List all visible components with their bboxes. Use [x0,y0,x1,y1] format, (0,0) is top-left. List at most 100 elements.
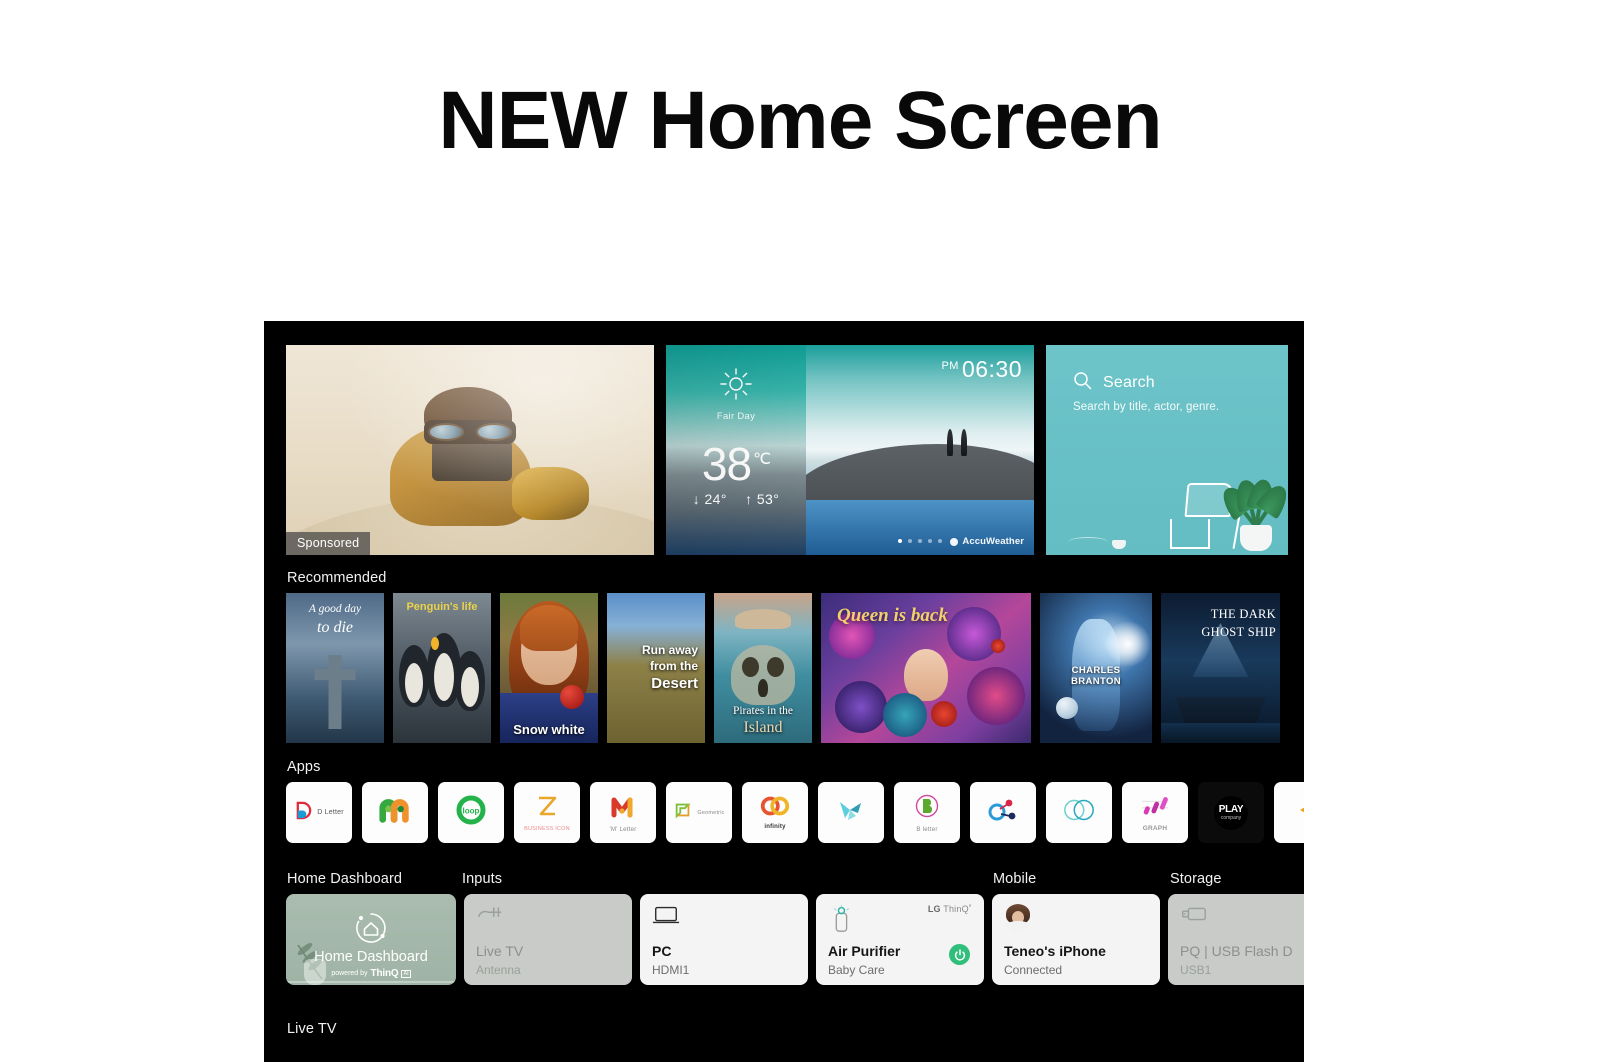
app-tile[interactable]: 'M' Letter [590,782,656,843]
shelf-line [286,981,456,983]
tile-title-line1: Queen is back [837,605,948,626]
d-letter-icon [294,801,313,825]
tile-title-line2: from the [650,659,698,673]
recommended-tile[interactable]: CHARLES BRANTON [1040,593,1152,743]
page-root: NEW Home Screen Sponsored Fair Day 38 ℃ … [0,0,1600,1062]
app-tile[interactable] [1046,782,1112,843]
flower-5 [883,693,927,737]
app-tile[interactable] [970,782,1036,843]
carousel-dots[interactable] [898,539,942,543]
recommended-tile[interactable]: THE DARK GHOST SHIP [1161,593,1280,743]
berry-2 [991,639,1005,653]
app-tile[interactable]: infinity [742,782,808,843]
molecule-node-icon [988,795,1018,830]
flower-4 [835,681,887,733]
accuweather-logo-icon [950,537,959,546]
tile-title-line1: CHARLES BRANTON [1070,665,1122,687]
monitor-icon [652,904,680,931]
app-tile[interactable] [1274,782,1304,843]
recommended-tile[interactable]: A good day to die [286,593,384,743]
b-letter-icon [914,793,940,824]
input-card-live-tv[interactable]: Live TV Antenna [464,894,632,985]
mobile-card-iphone[interactable]: Teneo's iPhone Connected [992,894,1160,985]
arrow-play-icon [1294,799,1304,826]
clock-value: 06:30 [961,356,1022,382]
tile-title-line2: GHOST SHIP [1201,625,1276,639]
water-line [1161,723,1280,743]
carousel-dot-2[interactable] [908,539,912,543]
chair-frame [1170,519,1210,549]
app-caption: Geometric [697,809,725,816]
tile-title-line2: Island [743,719,783,736]
device-card-air-purifier[interactable]: LG ThinQ˚ Air Purifier Baby Care [816,894,984,985]
tile-title-line1: Snow white [513,722,585,737]
search-title: Search [1103,374,1155,391]
recommended-section-label: Recommended [287,570,387,586]
thinq-badge: powered by ThinQ AI [286,968,456,979]
weather-temperature: 38 ℃ [666,441,806,487]
mobile-subtitle: Connected [1004,963,1063,977]
svg-text:loop: loop [463,807,480,816]
tile-title-line1: Penguin's life [406,601,478,613]
m-worm-icon [378,797,412,828]
recommended-tile[interactable]: Penguin's life [393,593,491,743]
apps-row: D Letter loop BUSINESS ICON 'M' Letter G… [286,782,1304,843]
avatar [1004,904,1032,932]
weather-card[interactable]: Fair Day 38 ℃ ↓ 24° ↑ 53° PM 06:30 AccuW… [666,345,1034,555]
usb-drive-icon [1180,904,1208,929]
input-card-pc[interactable]: PC HDMI1 [640,894,808,985]
clock-meridiem: PM [941,360,959,372]
carousel-dot-4[interactable] [928,539,932,543]
app-caption: B letter [916,825,938,833]
search-icon [1073,371,1092,395]
app-caption: D Letter [317,809,344,816]
power-toggle-button[interactable] [949,944,970,965]
flower-3 [967,667,1025,725]
thinq-wordmark: ThinQ˚ [943,904,972,914]
app-tile[interactable] [362,782,428,843]
carousel-dot-1[interactable] [898,539,902,543]
tile-title-line1: THE DARK [1210,607,1276,621]
app-tile[interactable]: GRAPH [1122,782,1188,843]
soccer-ball-icon [1056,697,1078,719]
home-dashboard-title: Home Dashboard [314,949,428,965]
mobile-title: Teneo's iPhone [1004,943,1106,959]
app-tile[interactable]: D Letter [286,782,352,843]
ad-glare [286,345,654,555]
app-caption: 'M' Letter [609,825,637,833]
search-subtitle: Search by title, actor, genre. [1073,401,1220,413]
tree-right [961,429,968,457]
sponsored-badge: Sponsored [286,532,371,555]
app-tile[interactable]: BUSINESS ICON [514,782,580,843]
device-subtitle: Baby Care [828,963,885,977]
app-caption: company [1220,815,1242,821]
recommended-tile[interactable]: Snow white [500,593,598,743]
app-tile[interactable] [818,782,884,843]
dashboard-group-label: Storage [1170,871,1222,887]
carousel-dot-5[interactable] [938,539,942,543]
recommended-row: A good day to die Penguin's life Snow wh… [286,593,1280,743]
carousel-dot-3[interactable] [918,539,922,543]
live-tv-section-label: Live TV [287,1021,337,1037]
app-tile[interactable]: B letter [894,782,960,843]
sponsored-ad-card[interactable]: Sponsored [286,345,654,555]
recommended-tile[interactable]: Queen is back [821,593,1031,743]
recommended-tile[interactable]: Run away from the Desert [607,593,705,743]
search-card[interactable]: Search Search by title, actor, genre. [1046,345,1288,555]
temperature-unit: ℃ [753,451,771,468]
tile-title-line3: Desert [651,675,698,692]
input-subtitle: Antenna [476,963,521,977]
storage-card-usb[interactable]: PQ | USB Flash D USB1 [1168,894,1304,985]
home-dashboard-card[interactable]: Home Dashboard powered by ThinQ AI [286,894,456,985]
app-tile[interactable]: loop [438,782,504,843]
app-caption: BUSINESS ICON [524,826,570,832]
app-tile[interactable]: PLAY company [1198,782,1264,843]
recommended-tile[interactable]: Pirates in the Island [714,593,812,743]
app-tile[interactable]: Geometric [666,782,732,843]
storage-title: PQ | USB Flash D [1180,943,1293,959]
penguin-belly-1 [405,663,423,703]
geometric-cube-icon [673,800,693,825]
berry-1 [931,701,957,727]
input-title: PC [652,943,672,959]
tv-home-screen-panel: Sponsored Fair Day 38 ℃ ↓ 24° ↑ 53° PM 0… [264,321,1304,1062]
